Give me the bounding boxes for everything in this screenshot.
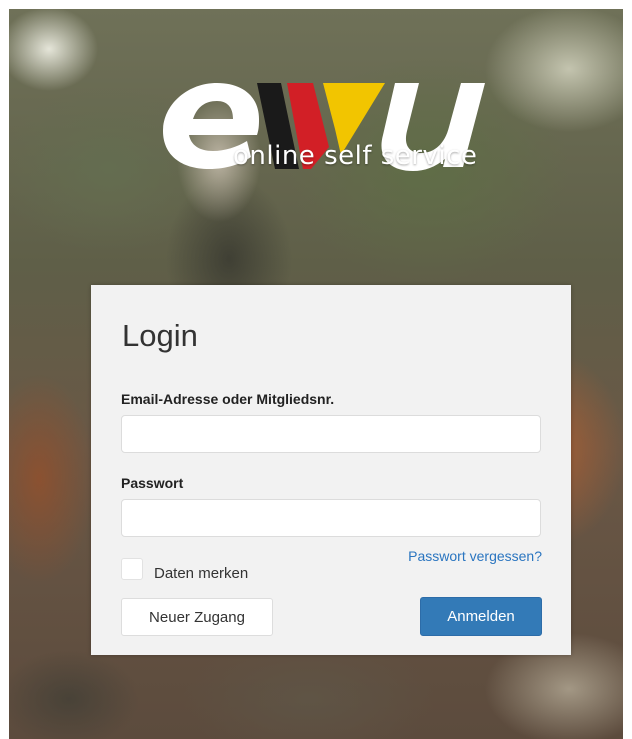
email-input[interactable] [121,415,541,453]
remember-me-label: Daten merken [154,564,249,582]
login-title: Login [122,318,198,353]
page: online self service Login Email-Adresse … [0,0,632,739]
remember-me-control[interactable]: Daten merken [121,557,249,582]
email-label: Email-Adresse oder Mitgliedsnr. [121,391,335,407]
background-photo: online self service Login Email-Adresse … [9,9,623,739]
forgot-password-link[interactable]: Passwort vergessen? [408,548,542,564]
password-input[interactable] [121,499,541,537]
login-submit-button[interactable]: Anmelden [420,597,542,636]
login-panel: Login Email-Adresse oder Mitgliedsnr. Pa… [91,285,571,655]
logo-tagline: online self service [233,141,478,171]
remember-me-checkbox[interactable] [121,558,143,580]
password-label: Passwort [121,475,184,491]
new-account-button[interactable]: Neuer Zugang [121,598,273,636]
